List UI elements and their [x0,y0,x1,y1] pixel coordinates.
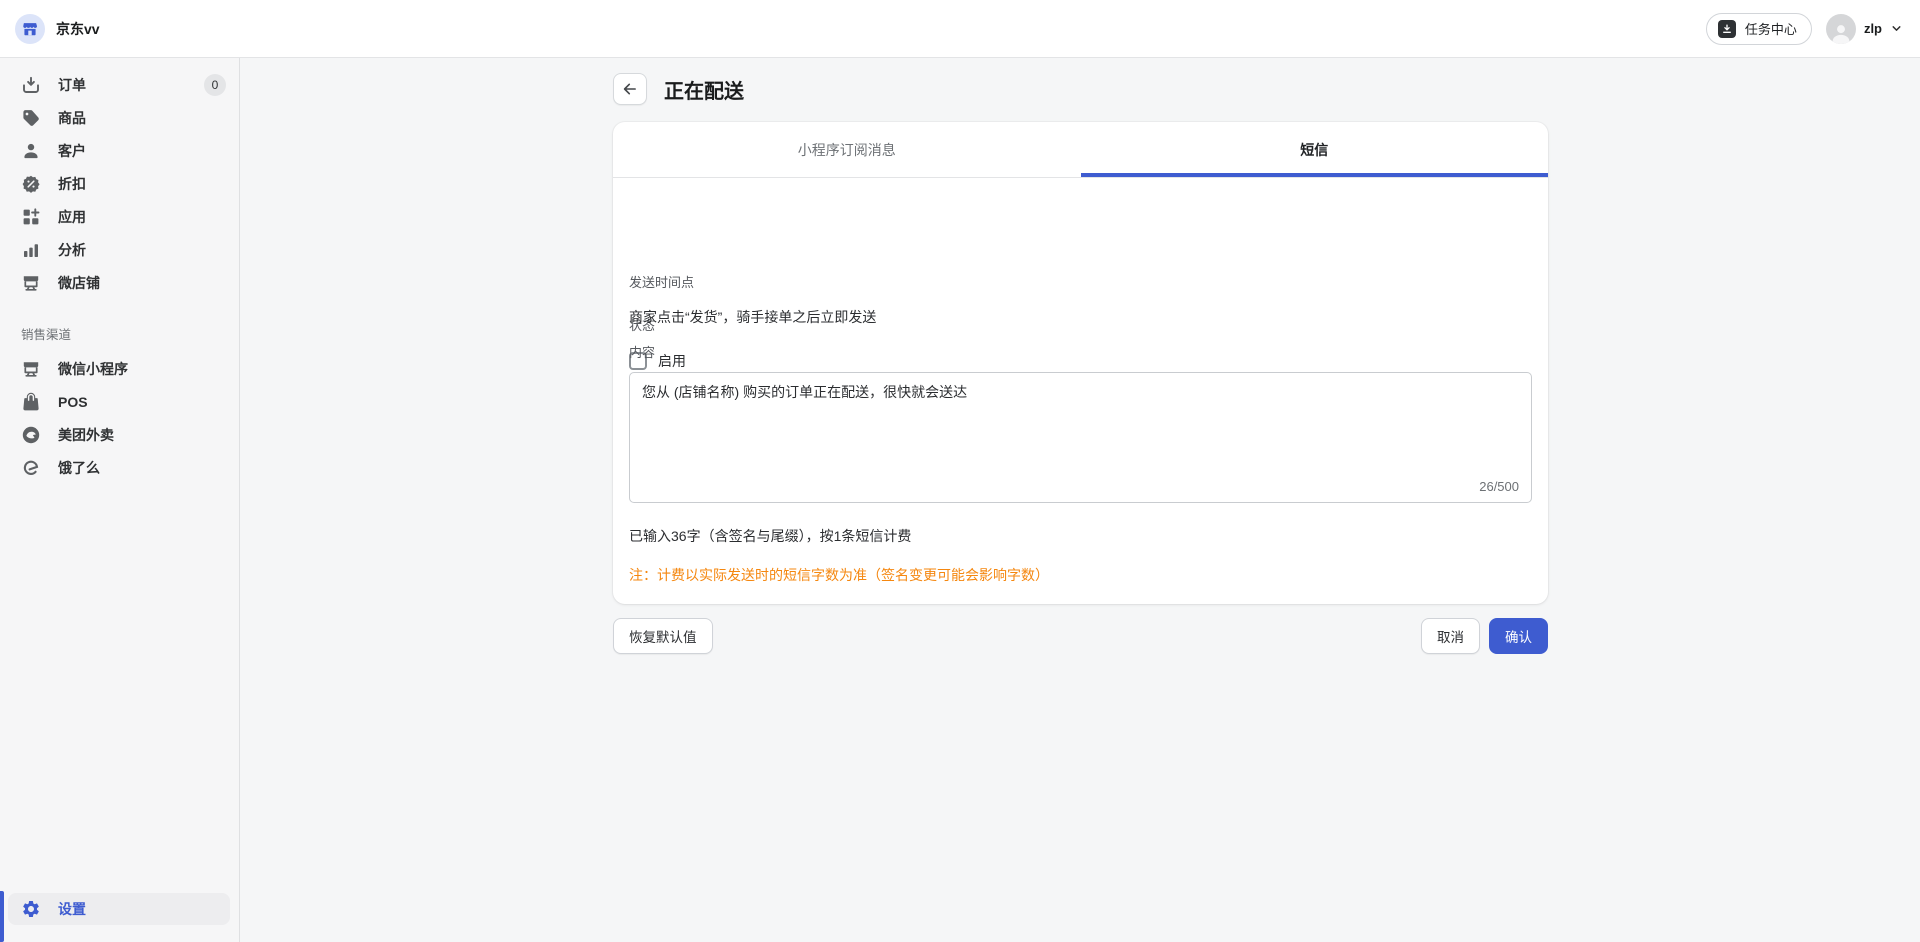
settings-label: 设置 [58,901,86,917]
sidebar-item-apps[interactable]: 应用 [0,200,239,233]
char-counter: 26/500 [1479,479,1519,494]
sms-content-textarea[interactable]: 您从 (店铺名称) 购买的订单正在配送，很快就会送达 [630,373,1531,502]
restore-default-button[interactable]: 恢复默认值 [613,618,713,654]
sidebar-item-label: 微信小程序 [58,360,128,377]
sidebar-item-wechat-miniprogram[interactable]: 微信小程序 [0,352,239,385]
sidebar-item-pos[interactable]: POS [0,385,239,418]
sms-content-field: 您从 (店铺名称) 购买的订单正在配送，很快就会送达 26/500 [629,372,1532,503]
user-name: zlp [1863,21,1882,36]
eleme-icon [21,458,41,478]
active-indicator-bar [0,891,4,942]
sidebar-item-label: 商品 [58,109,86,126]
sidebar-item-customers[interactable]: 客户 [0,134,239,167]
sidebar-item-products[interactable]: 商品 [0,101,239,134]
sms-settings-card: 小程序订阅消息 短信 状态 启用 发送时间点 商家点击“发货”，骑手接单之后立即… [613,122,1548,604]
sidebar-item-label: 微店铺 [58,274,100,291]
sales-channels-header: 销售渠道 [21,328,72,342]
gear-icon [21,899,41,919]
user-menu[interactable]: zlp [1825,13,1903,44]
sidebar-item-label: 订单 [58,76,86,93]
sidebar-item-label: 客户 [58,142,86,159]
products-icon [21,108,41,128]
task-download-icon [1717,19,1736,38]
topbar: 京东vv 任务中心 zlp [0,0,1920,58]
tab-sms[interactable]: 短信 [1080,122,1549,177]
wechat-miniprogram-icon [21,359,41,379]
send-time-label: 发送时间点 [629,275,695,290]
sidebar-item-label: 应用 [58,208,86,225]
pos-bag-icon [21,392,41,412]
sidebar-item-microstore[interactable]: 微店铺 [0,266,239,299]
sidebar-item-label: POS [58,393,88,410]
sidebar-item-analytics[interactable]: 分析 [0,233,239,266]
footer-actions: 恢复默认值 取消 确认 [613,618,1548,654]
meituan-icon [21,425,41,445]
sidebar-item-meituan[interactable]: 美团外卖 [0,418,239,451]
discounts-icon [21,174,41,194]
brand-name: 京东vv [56,20,100,37]
back-button[interactable] [613,73,647,105]
brand: 京东vv [0,13,100,44]
cancel-button[interactable]: 取消 [1421,618,1480,654]
arrow-left-icon [623,83,636,95]
orders-count-badge: 0 [204,73,226,96]
send-time-value: 商家点击“发货”，骑手接单之后立即发送 [629,309,877,325]
microstore-icon [21,273,41,293]
sidebar-item-settings[interactable]: 设置 [8,893,230,925]
sidebar-item-orders[interactable]: 订单 0 [0,68,239,101]
input-summary: 已输入36字（含签名与尾缀），按1条短信计费 [629,528,912,544]
confirm-button[interactable]: 确认 [1489,618,1548,654]
sidebar-item-discounts[interactable]: 折扣 [0,167,239,200]
task-center-label: 任务中心 [1744,22,1797,37]
sidebar-item-label: 折扣 [58,175,86,192]
sidebar-item-label: 饿了么 [58,459,100,476]
apps-icon [21,207,41,227]
customers-icon [21,141,41,161]
main-content: 正在配送 小程序订阅消息 短信 状态 启用 发送时间点 商家点击“发货”，骑手接… [241,58,1920,942]
billing-note: 注：计费以实际发送时的短信字数为准（签名变更可能会影响字数） [629,567,1049,583]
task-center-button[interactable]: 任务中心 [1705,12,1812,45]
sidebar-item-eleme[interactable]: 饿了么 [0,451,239,484]
tabbar: 小程序订阅消息 短信 [613,122,1548,178]
sidebar-item-label: 美团外卖 [58,426,114,443]
sidebar-item-label: 分析 [58,241,86,258]
enable-label: 启用 [658,353,686,369]
chevron-down-icon [1890,22,1903,35]
page-title: 正在配送 [664,80,744,103]
tab-miniprogram-subscription[interactable]: 小程序订阅消息 [613,122,1081,177]
orders-icon [21,75,41,95]
storefront-logo-icon [15,13,45,44]
analytics-icon [21,240,41,260]
content-label: 内容 [629,345,656,360]
sidebar: 订单 0 商品 客户 折扣 应用 分析 微店铺 销售渠道 微信小程序 POS 美… [0,58,240,942]
avatar [1825,13,1856,44]
